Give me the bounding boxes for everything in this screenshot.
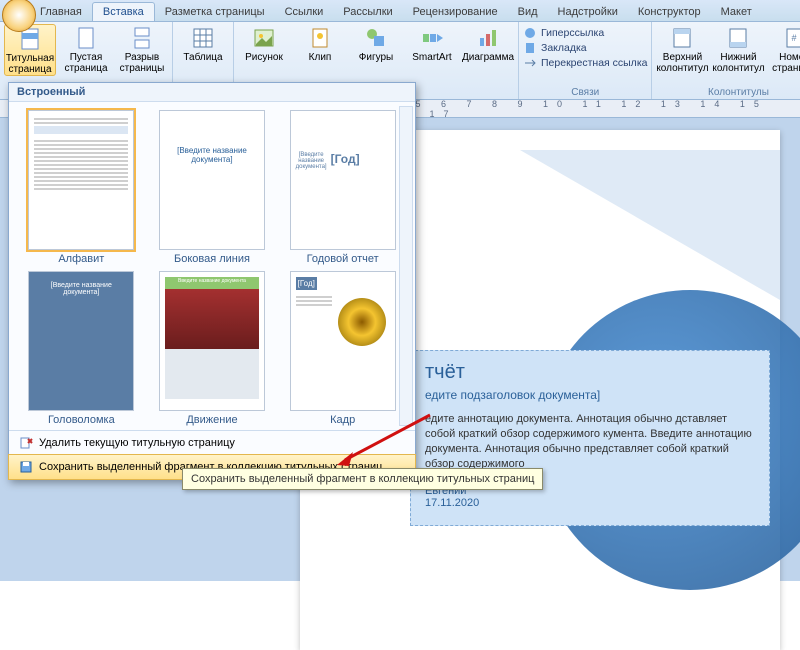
tab-layout[interactable]: Макет xyxy=(711,3,762,21)
cover-triangle-decoration xyxy=(520,150,780,300)
table-label: Таблица xyxy=(183,52,222,63)
links-group-label: Связи xyxy=(523,86,647,99)
headerfooter-group-label: Колонтитулы xyxy=(656,86,800,99)
crossref-button[interactable]: Перекрестная ссылка xyxy=(523,56,647,70)
hyperlink-icon xyxy=(523,26,537,40)
cover-date[interactable]: 17.11.2020 xyxy=(425,497,755,509)
tab-references[interactable]: Ссылки xyxy=(275,3,334,21)
chart-icon xyxy=(476,26,500,50)
group-headerfooter: Верхний колонтитул Нижний колонтитул # Н… xyxy=(652,22,800,99)
pagenum-label: Номер страницы xyxy=(768,52,800,74)
footer-label: Нижний колонтитул xyxy=(712,52,764,74)
clip-icon xyxy=(308,26,332,50)
header-icon xyxy=(670,26,694,50)
blank-page-icon xyxy=(74,26,98,50)
page-break-icon xyxy=(130,26,154,50)
ribbon-tabs: Главная Вставка Разметка страницы Ссылки… xyxy=(0,0,800,22)
header-button[interactable]: Верхний колонтитул xyxy=(656,24,708,74)
tab-review[interactable]: Рецензирование xyxy=(403,3,508,21)
cover-abstract[interactable]: едите аннотацию документа. Аннотация обы… xyxy=(425,412,755,471)
blank-page-button[interactable]: Пустая страница xyxy=(60,24,112,74)
clip-button[interactable]: Клип xyxy=(294,24,346,63)
gallery-item-annual[interactable]: [Введитеназваниедокумента][Год] Годовой … xyxy=(280,110,405,265)
tab-design[interactable]: Конструктор xyxy=(628,3,711,21)
blank-page-label: Пустая страница xyxy=(60,52,112,74)
crossref-icon xyxy=(523,56,537,70)
clip-label: Клип xyxy=(309,52,332,63)
gallery-item-sideline[interactable]: [Введите названиедокумента] Боковая лини… xyxy=(150,110,275,265)
picture-icon xyxy=(252,26,276,50)
smartart-label: SmartArt xyxy=(412,52,451,63)
tab-mailings[interactable]: Рассылки xyxy=(333,3,402,21)
tab-view[interactable]: Вид xyxy=(508,3,548,21)
tab-insert[interactable]: Вставка xyxy=(92,2,155,21)
table-button[interactable]: Таблица xyxy=(177,24,229,63)
gallery-item-puzzle[interactable]: [Введите названиедокумента] Головоломка xyxy=(19,271,144,426)
bookmark-button[interactable]: Закладка xyxy=(523,41,647,55)
tab-page-layout[interactable]: Разметка страницы xyxy=(155,3,275,21)
picture-button[interactable]: Рисунок xyxy=(238,24,290,63)
pagenum-icon: # xyxy=(782,26,800,50)
tab-addins[interactable]: Надстройки xyxy=(548,3,628,21)
group-links: Гиперссылка Закладка Перекрестная ссылка… xyxy=(519,22,652,99)
cover-page-button[interactable]: Титульная страница xyxy=(4,24,56,76)
smartart-icon xyxy=(420,26,444,50)
shapes-label: Фигуры xyxy=(359,52,393,63)
shapes-icon xyxy=(364,26,388,50)
pagenum-button[interactable]: # Номер страницы xyxy=(768,24,800,74)
picture-label: Рисунок xyxy=(245,52,283,63)
page-break-label: Разрыв страницы xyxy=(116,52,168,74)
cover-title[interactable]: тчёт xyxy=(425,361,755,384)
table-icon xyxy=(191,26,215,50)
cover-subtitle[interactable]: едите подзаголовок документа] xyxy=(425,388,755,402)
bookmark-icon xyxy=(523,41,537,55)
svg-text:#: # xyxy=(792,33,797,43)
gallery-item-alphabet[interactable]: Алфавит xyxy=(19,110,144,265)
chart-button[interactable]: Диаграмма xyxy=(462,24,514,63)
footer-button[interactable]: Нижний колонтитул xyxy=(712,24,764,74)
page-break-button[interactable]: Разрыв страницы xyxy=(116,24,168,74)
annotation-arrow xyxy=(335,410,435,470)
tab-home[interactable]: Главная xyxy=(30,3,92,21)
gallery-scrollbar[interactable] xyxy=(399,106,413,426)
hyperlink-button[interactable]: Гиперссылка xyxy=(523,26,647,40)
cover-page-label: Титульная страница xyxy=(5,53,55,75)
footer-icon xyxy=(726,26,750,50)
tooltip: Сохранить выделенный фрагмент в коллекци… xyxy=(182,468,543,490)
chart-label: Диаграмма xyxy=(462,52,514,63)
cover-text-band[interactable]: тчёт едите подзаголовок документа] едите… xyxy=(410,350,770,526)
gallery-item-frame[interactable]: [Год] Кадр xyxy=(280,271,405,426)
gallery-section-header: Встроенный xyxy=(9,83,415,102)
smartart-button[interactable]: SmartArt xyxy=(406,24,458,63)
gallery-item-motion[interactable]: Введите название документа Движение xyxy=(150,271,275,426)
save-icon xyxy=(19,460,33,474)
gallery-grid: Алфавит [Введите названиедокумента] Боко… xyxy=(9,102,415,430)
shapes-button[interactable]: Фигуры xyxy=(350,24,402,63)
remove-icon xyxy=(19,436,33,450)
header-label: Верхний колонтитул xyxy=(656,52,708,74)
